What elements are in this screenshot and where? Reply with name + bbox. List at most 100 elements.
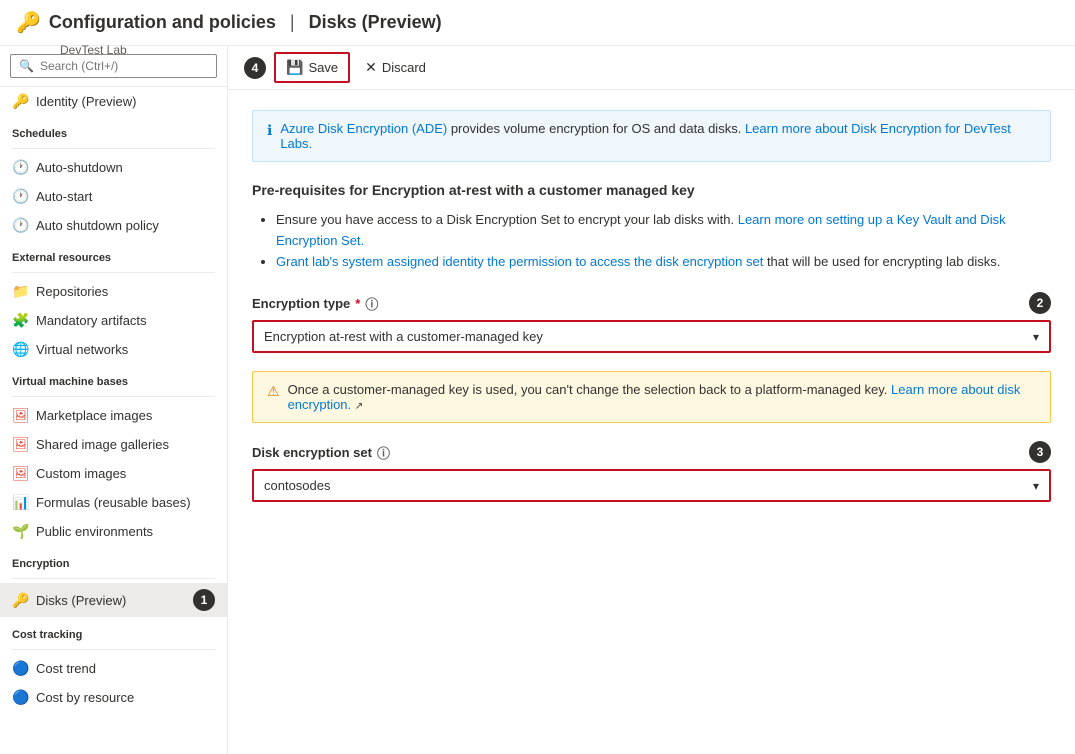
encryption-type-label: Encryption type * ⓘ 2 <box>252 292 1051 314</box>
clock-icon: 🕐 <box>12 217 28 234</box>
prerequisites-list: Ensure you have access to a Disk Encrypt… <box>252 210 1051 272</box>
section-cost-tracking: Cost tracking <box>0 617 227 645</box>
formula-icon: 📊 <box>12 494 28 511</box>
sidebar-item-formulas[interactable]: 📊 Formulas (reusable bases) <box>0 488 227 517</box>
bullet-item-1: Ensure you have access to a Disk Encrypt… <box>276 210 1051 252</box>
sidebar-item-label: Repositories <box>36 284 108 299</box>
encryption-type-select-wrapper: Encryption at-rest with a platform-manag… <box>252 320 1051 353</box>
bullet2-text: Grant lab's system assigned identity the… <box>276 254 1000 269</box>
environments-icon: 🌱 <box>12 523 28 540</box>
bullet1-text: Ensure you have access to a Disk Encrypt… <box>276 212 1006 248</box>
info-banner: ℹ Azure Disk Encryption (ADE) provides v… <box>252 110 1051 162</box>
sidebar-item-label: Custom images <box>36 466 126 481</box>
required-star: * <box>355 296 360 311</box>
external-link-icon: ↗ <box>355 401 363 412</box>
warning-text: Once a customer-managed key is used, you… <box>288 382 1036 412</box>
disk-encryption-set-label: Disk encryption set ⓘ 3 <box>252 441 1051 463</box>
sidebar-item-label: Disks (Preview) <box>36 593 126 608</box>
page-title: Configuration and policies <box>49 12 276 33</box>
disk-encryption-set-wrapper: contosodes other-encryption-set ▾ <box>252 469 1051 502</box>
disk-set-info-icon[interactable]: ⓘ <box>377 443 390 462</box>
sidebar-item-cost-by-resource[interactable]: 🔵 Cost by resource <box>0 683 227 712</box>
sidebar-item-custom-images[interactable]: 🖼 Custom images <box>0 459 227 488</box>
discard-button[interactable]: ✕ Discard <box>354 53 437 82</box>
cost-trend-icon: 🔵 <box>12 660 28 677</box>
encryption-type-group: Encryption type * ⓘ 2 Encryption at-rest… <box>252 292 1051 353</box>
sidebar-item-label: Mandatory artifacts <box>36 313 147 328</box>
key-icon: 🔑 <box>16 10 41 35</box>
section-schedules: Schedules <box>0 116 227 144</box>
info-icon: ℹ <box>267 122 272 139</box>
sidebar-item-label: Formulas (reusable bases) <box>36 495 191 510</box>
disk-encryption-set-select[interactable]: contosodes other-encryption-set <box>254 471 1049 500</box>
encryption-type-select[interactable]: Encryption at-rest with a platform-manag… <box>254 322 1049 351</box>
sidebar-item-label: Shared image galleries <box>36 437 169 452</box>
divider <box>12 272 215 273</box>
sidebar-item-auto-shutdown[interactable]: 🕐 Auto-shutdown <box>0 153 227 182</box>
divider <box>12 578 215 579</box>
key-icon: 🔑 <box>12 93 28 110</box>
divider <box>12 649 215 650</box>
sidebar-item-label: Virtual networks <box>36 342 128 357</box>
sidebar-item-label: Identity (Preview) <box>36 94 136 109</box>
warning-icon: ⚠ <box>267 383 280 400</box>
sidebar-item-identity[interactable]: 🔑 Identity (Preview) <box>0 87 227 116</box>
key-vault-link[interactable]: Learn more on setting up a Key Vault and… <box>276 212 1006 248</box>
encryption-type-info-icon[interactable]: ⓘ <box>365 294 378 313</box>
search-input[interactable] <box>40 59 208 73</box>
sidebar: 🔍 🔑 Identity (Preview) Schedules 🕐 Auto-… <box>0 46 228 754</box>
sidebar-item-mandatory-artifacts[interactable]: 🧩 Mandatory artifacts <box>0 306 227 335</box>
content-area: 4 💾 Save ✕ Discard ℹ Azure Disk Encrypti… <box>228 46 1075 754</box>
gallery-icon: 🖼 <box>12 436 28 453</box>
divider <box>12 396 215 397</box>
sidebar-item-public-environments[interactable]: 🌱 Public environments <box>0 517 227 546</box>
discard-label: Discard <box>382 60 426 75</box>
sidebar-item-label: Public environments <box>36 524 153 539</box>
sidebar-item-label: Cost trend <box>36 661 96 676</box>
custom-image-icon: 🖼 <box>12 465 28 482</box>
save-icon: 💾 <box>286 59 303 76</box>
sub-label: DevTest Lab <box>60 42 127 57</box>
grant-identity-link[interactable]: Grant lab's system assigned identity the… <box>276 254 763 269</box>
bullet-item-2: Grant lab's system assigned identity the… <box>276 252 1051 273</box>
sidebar-item-shared-galleries[interactable]: 🖼 Shared image galleries <box>0 430 227 459</box>
divider <box>12 148 215 149</box>
repo-icon: 📁 <box>12 283 28 300</box>
section-external: External resources <box>0 240 227 268</box>
search-box[interactable]: 🔍 <box>10 54 217 78</box>
content-scroll: ℹ Azure Disk Encryption (ADE) provides v… <box>228 90 1075 754</box>
marketplace-icon: 🖼 <box>12 407 28 424</box>
info-banner-text: Azure Disk Encryption (ADE) provides vol… <box>280 121 1036 151</box>
prerequisites-title: Pre-requisites for Encryption at-rest wi… <box>252 182 1051 198</box>
artifact-icon: 🧩 <box>12 312 28 329</box>
top-header: 🔑 Configuration and policies | Disks (Pr… <box>0 0 1075 46</box>
ade-link[interactable]: Azure Disk Encryption (ADE) <box>280 121 447 136</box>
sidebar-item-label: Auto shutdown policy <box>36 218 159 233</box>
sidebar-item-cost-trend[interactable]: 🔵 Cost trend <box>0 654 227 683</box>
sidebar-item-label: Auto-shutdown <box>36 160 123 175</box>
save-button[interactable]: 💾 Save <box>274 52 350 83</box>
disk-encryption-set-group: Disk encryption set ⓘ 3 contosodes other… <box>252 441 1051 502</box>
sidebar-item-label: Cost by resource <box>36 690 134 705</box>
toolbar-step-badge: 4 <box>244 57 266 79</box>
disk-key-icon: 🔑 <box>12 592 28 609</box>
step-badge-1: 1 <box>193 589 215 611</box>
warning-box: ⚠ Once a customer-managed key is used, y… <box>252 371 1051 423</box>
save-label: Save <box>308 60 338 75</box>
discard-icon: ✕ <box>365 59 377 76</box>
sidebar-item-repositories[interactable]: 📁 Repositories <box>0 277 227 306</box>
sidebar-item-auto-shutdown-policy[interactable]: 🕐 Auto shutdown policy <box>0 211 227 240</box>
main-container: 🔍 🔑 Identity (Preview) Schedules 🕐 Auto-… <box>0 46 1075 754</box>
sidebar-item-label: Marketplace images <box>36 408 152 423</box>
step-badge-3: 3 <box>1029 441 1051 463</box>
network-icon: 🌐 <box>12 341 28 358</box>
sidebar-item-disks-preview[interactable]: 🔑 Disks (Preview) 1 <box>0 583 227 617</box>
page-subtitle: Disks (Preview) <box>309 12 442 33</box>
sidebar-item-auto-start[interactable]: 🕐 Auto-start <box>0 182 227 211</box>
sidebar-item-marketplace-images[interactable]: 🖼 Marketplace images <box>0 401 227 430</box>
sidebar-item-virtual-networks[interactable]: 🌐 Virtual networks <box>0 335 227 364</box>
section-encryption: Encryption <box>0 546 227 574</box>
sidebar-item-label: Auto-start <box>36 189 92 204</box>
title-separator: | <box>290 12 295 33</box>
clock-icon: 🕐 <box>12 159 28 176</box>
